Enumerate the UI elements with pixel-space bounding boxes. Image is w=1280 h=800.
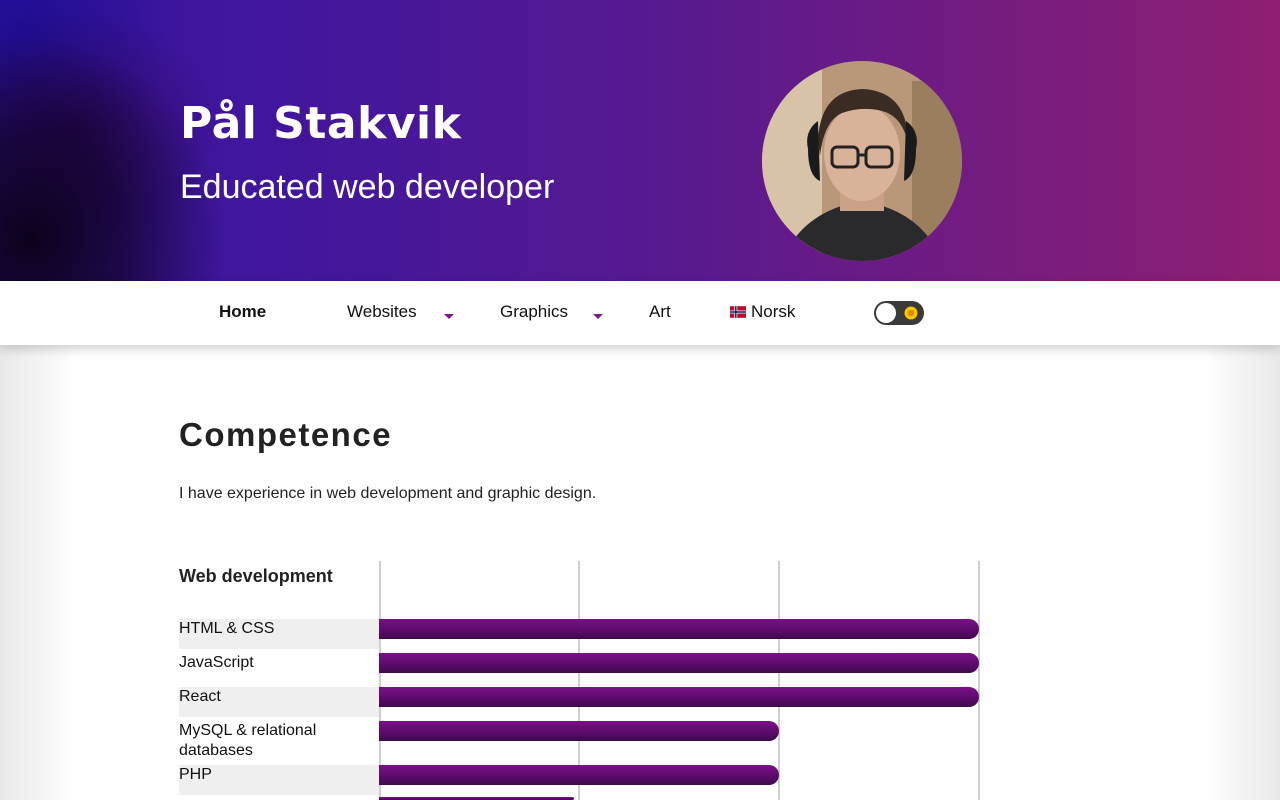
- avatar: [762, 61, 962, 261]
- chart-bar: [379, 765, 779, 785]
- nav-language-label: Norsk: [751, 302, 796, 321]
- chart-gridline: [978, 561, 980, 800]
- nav-art[interactable]: Art: [649, 302, 671, 322]
- chart-bar: [379, 721, 779, 741]
- chart-category-label: HTML & CSS: [179, 620, 275, 637]
- section-heading: Competence: [179, 416, 393, 453]
- chart-gridline: [778, 561, 780, 800]
- main-nav: Home Websites Graphics Art Norsk: [0, 281, 1280, 345]
- toggle-knob: [876, 303, 896, 323]
- chevron-down-icon[interactable]: [593, 314, 603, 319]
- nav-home[interactable]: Home: [219, 302, 266, 322]
- chart-category-title: Web development: [179, 566, 333, 586]
- chevron-down-icon[interactable]: [444, 314, 454, 319]
- nav-graphics[interactable]: Graphics: [500, 302, 568, 322]
- profile-subtitle: Educated web developer: [180, 168, 555, 206]
- chart-bar: [379, 619, 979, 639]
- chart-bar: [379, 687, 979, 707]
- theme-toggle[interactable]: [874, 301, 924, 325]
- sun-icon: [904, 306, 918, 320]
- chart-bar: [379, 653, 979, 673]
- chart-category-label: JavaScript: [179, 654, 254, 671]
- profile-name: Pål Stakvik: [180, 98, 462, 149]
- header-banner: Pål Stakvik Educated web developer: [0, 0, 1280, 281]
- nav-language[interactable]: Norsk: [730, 302, 795, 322]
- avatar-photo-icon: [762, 61, 962, 261]
- chart-category-label: React: [179, 688, 221, 705]
- chart-category-label: MySQL & relational databases: [179, 722, 317, 759]
- nav-websites[interactable]: Websites: [347, 302, 417, 322]
- norway-flag-icon: [730, 306, 746, 318]
- chart-category-label: PHP: [179, 766, 212, 783]
- section-intro: I have experience in web development and…: [179, 485, 597, 502]
